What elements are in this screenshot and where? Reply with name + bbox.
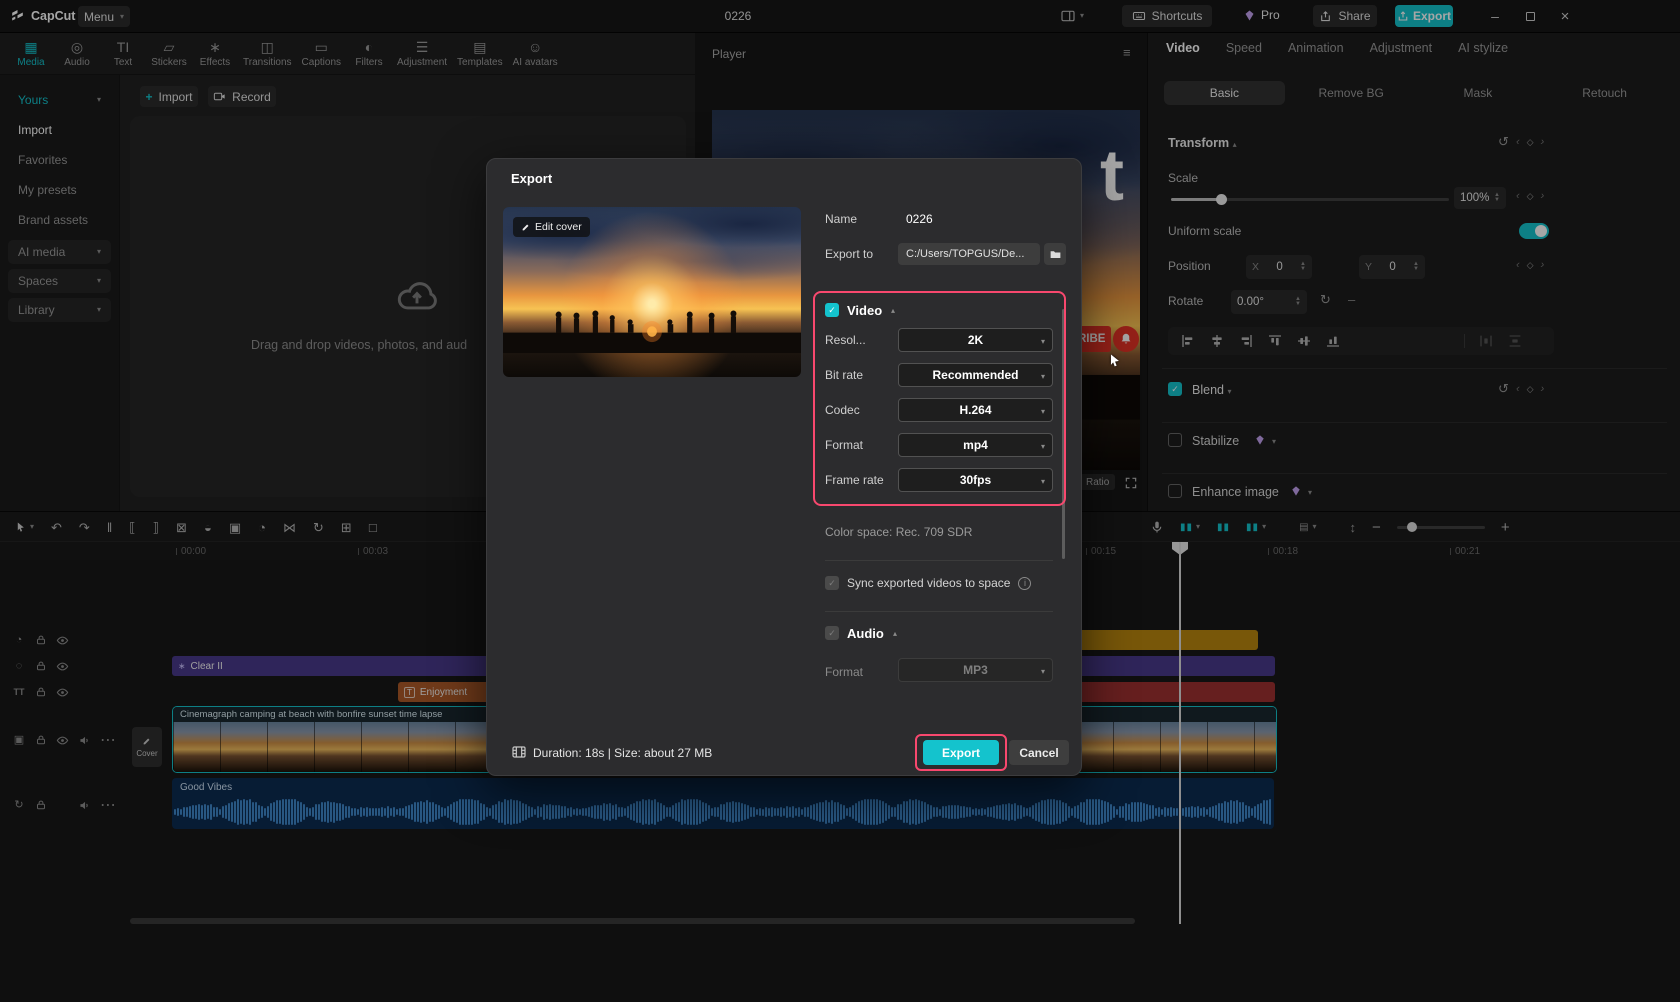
setting-dropdown[interactable]: 2K ▾ <box>898 328 1053 352</box>
browse-folder-button[interactable] <box>1044 243 1066 265</box>
dropdown-value: H.264 <box>959 403 992 417</box>
setting-label: Frame rate <box>825 473 884 487</box>
audio-section-title: Audio <box>847 626 884 641</box>
setting-label: Bit rate <box>825 368 864 382</box>
video-setting-row: Codec H.264 ▾ <box>825 398 1053 422</box>
setting-dropdown[interactable]: H.264 ▾ <box>898 398 1053 422</box>
dropdown-value: MP3 <box>963 663 988 677</box>
audio-section-checkbox[interactable] <box>825 626 839 640</box>
audio-format-dropdown[interactable]: MP3 ▾ <box>898 658 1053 682</box>
video-section-title: Video <box>847 303 883 318</box>
chevron-down-icon: ▾ <box>1040 442 1045 451</box>
export-summary: Duration: 18s | Size: about 27 MB <box>533 746 713 760</box>
info-icon[interactable]: i <box>1018 576 1032 590</box>
video-setting-row: Bit rate Recommended ▾ <box>825 363 1053 387</box>
export-dialog: Export Edit cover Name 0226 Export to C:… <box>486 158 1082 776</box>
capcut-window: CapCut Menu ▾ 0226 ▾ Shortcuts Pro Share … <box>0 0 1680 1002</box>
name-value[interactable]: 0226 <box>906 212 933 226</box>
chevron-down-icon: ▾ <box>1040 407 1045 416</box>
silhouette-figures <box>503 309 801 354</box>
dialog-title: Export <box>511 171 553 186</box>
divider <box>825 611 1053 612</box>
dropdown-value: 30fps <box>959 473 992 487</box>
video-setting-row: Resol... 2K ▾ <box>825 328 1053 352</box>
dropdown-value: mp4 <box>963 438 988 452</box>
color-space-info: Color space: Rec. 709 SDR <box>825 525 973 539</box>
chevron-down-icon: ▾ <box>1040 667 1045 676</box>
edit-cover-button[interactable]: Edit cover <box>513 217 590 237</box>
setting-label: Resol... <box>825 333 866 347</box>
export-confirm-button[interactable]: Export <box>923 740 999 765</box>
video-setting-row: Frame rate 30fps ▾ <box>825 468 1053 492</box>
sync-checkbox[interactable] <box>825 576 839 590</box>
chevron-up-icon[interactable]: ▴ <box>893 630 897 638</box>
video-settings-rows: Resol... 2K ▾ Bit rate Recommended ▾ Codec… <box>825 328 1053 503</box>
setting-dropdown[interactable]: 30fps ▾ <box>898 468 1053 492</box>
dropdown-value: Recommended <box>932 368 1019 382</box>
dropdown-value: 2K <box>967 333 984 347</box>
chevron-down-icon: ▾ <box>1040 372 1045 381</box>
chevron-up-icon[interactable]: ▴ <box>891 307 895 315</box>
cover-preview[interactable]: Edit cover <box>503 207 801 377</box>
sync-row: Sync exported videos to space i <box>825 576 1032 590</box>
pencil-icon <box>521 222 531 232</box>
export-to-label: Export to <box>825 247 874 261</box>
audio-format-label: Format <box>825 665 864 679</box>
cancel-button[interactable]: Cancel <box>1009 740 1069 765</box>
setting-label: Format <box>825 438 864 452</box>
video-setting-row: Format mp4 ▾ <box>825 433 1053 457</box>
name-label: Name <box>825 212 858 226</box>
video-section-checkbox[interactable] <box>825 303 839 317</box>
divider <box>825 560 1053 561</box>
edit-cover-label: Edit cover <box>535 221 582 233</box>
film-icon <box>511 744 527 760</box>
dialog-scrollbar[interactable] <box>1062 309 1065 559</box>
export-path-field[interactable]: C:/Users/TOPGUS/De... <box>898 243 1040 265</box>
chevron-down-icon: ▾ <box>1040 477 1045 486</box>
mouse-cursor <box>1106 350 1123 372</box>
setting-label: Codec <box>825 403 860 417</box>
setting-dropdown[interactable]: mp4 ▾ <box>898 433 1053 457</box>
folder-icon <box>1049 248 1062 261</box>
sync-label: Sync exported videos to space <box>847 576 1011 590</box>
chevron-down-icon: ▾ <box>1040 337 1045 346</box>
setting-dropdown[interactable]: Recommended ▾ <box>898 363 1053 387</box>
